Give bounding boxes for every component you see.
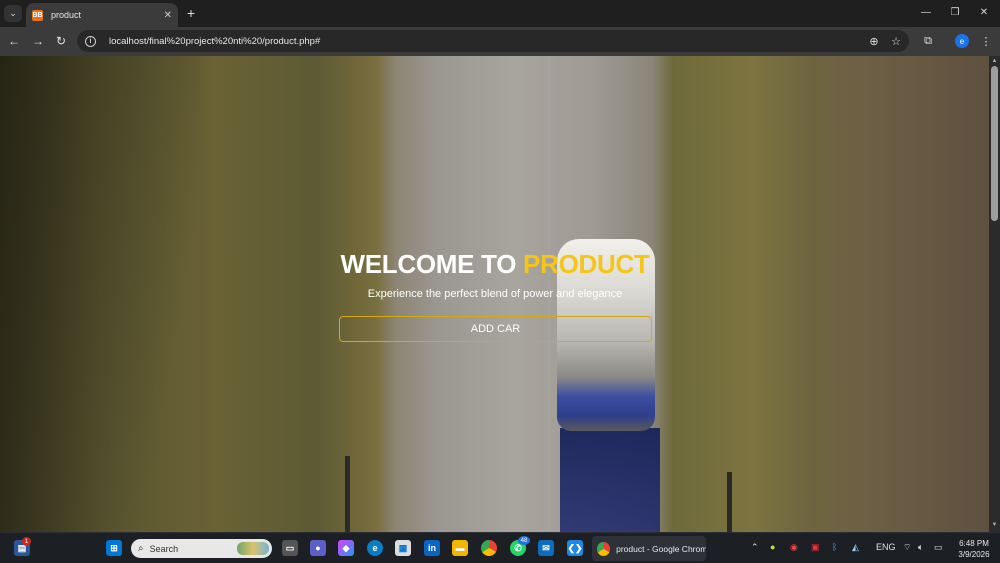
- active-chrome-icon: [597, 541, 611, 556]
- search-highlight-image: [237, 542, 269, 555]
- start-icon[interactable]: ⊞: [106, 540, 122, 556]
- minimize-button[interactable]: —: [915, 4, 937, 20]
- linkedin-icon[interactable]: in: [424, 540, 440, 556]
- tray-display-icon[interactable]: ◭: [852, 542, 859, 553]
- whatsapp-badge: 48: [518, 536, 530, 545]
- active-app-label: product - Google Chrome: [616, 543, 706, 554]
- tray-app-icon[interactable]: ●: [770, 542, 775, 552]
- new-tab-button[interactable]: +: [183, 5, 199, 21]
- profile-avatar[interactable]: e: [955, 34, 969, 48]
- add-car-button[interactable]: ADD CAR: [339, 316, 652, 342]
- url-text[interactable]: localhost/final%20project%20nti%20/produ…: [109, 36, 865, 47]
- back-button[interactable]: ←: [7, 34, 21, 48]
- search-icon: ⌕: [138, 543, 144, 554]
- edge-icon[interactable]: e: [367, 540, 383, 556]
- browser-toolbar: ← → ↻ i localhost/final%20project%20nti%…: [0, 27, 1000, 56]
- scroll-thumb[interactable]: [991, 66, 998, 221]
- tab-search-button[interactable]: ⌄: [4, 5, 22, 22]
- hero-subtitle: Experience the perfect blend of power an…: [367, 288, 623, 300]
- outlook-icon[interactable]: ✉: [538, 540, 554, 556]
- tree-shadow: [0, 56, 200, 532]
- widgets-badge: 1: [22, 537, 31, 546]
- bookmark-star-icon[interactable]: ☆: [887, 35, 905, 48]
- teams-icon[interactable]: ●: [310, 540, 326, 556]
- taskbar-search[interactable]: ⌕ Search: [131, 539, 272, 558]
- chrome-icon[interactable]: [481, 540, 497, 556]
- taskbar-chrome-window[interactable]: product - Google Chrome: [592, 536, 706, 561]
- copilot-icon[interactable]: ◆: [338, 540, 354, 556]
- tray-overflow-icon[interactable]: ⌃: [751, 542, 759, 553]
- browser-tab[interactable]: BB product ✕: [26, 3, 178, 27]
- wifi-icon[interactable]: ⌔: [903, 542, 911, 553]
- bluetooth-icon[interactable]: ᛒ: [832, 542, 837, 552]
- tab-title: product: [51, 10, 82, 20]
- tray-office-icon[interactable]: ▣: [811, 542, 820, 553]
- task-view-icon[interactable]: ▭: [282, 540, 298, 556]
- extensions-icon[interactable]: ⧉: [921, 34, 935, 48]
- volume-icon[interactable]: 🔈︎: [918, 542, 923, 553]
- site-info-icon[interactable]: i: [85, 35, 96, 47]
- road-post-right: [727, 472, 732, 532]
- hero-title-accent: PRODUCT: [523, 249, 650, 279]
- hero-title: WELCOME TO PRODUCT: [300, 249, 690, 280]
- hero-video-background: WELCOME TO PRODUCT Experience the perfec…: [0, 56, 989, 532]
- page-scrollbar[interactable]: ▲ ▼: [989, 56, 1000, 532]
- language-indicator[interactable]: ENG: [876, 542, 896, 552]
- menu-icon[interactable]: ⋮: [979, 34, 993, 48]
- search-label: Search: [149, 543, 179, 554]
- store-icon[interactable]: ▦: [395, 540, 411, 556]
- favicon-icon: BB: [32, 9, 43, 21]
- close-tab-icon[interactable]: ✕: [164, 10, 172, 21]
- zoom-icon[interactable]: ⊕: [865, 35, 883, 48]
- clock-time: 6:48 PM: [959, 539, 989, 548]
- vscode-icon[interactable]: ❮❯: [567, 540, 583, 556]
- clock-date: 3/9/2026: [958, 550, 990, 559]
- restore-button[interactable]: ❐: [944, 4, 966, 20]
- browser-tab-strip: ⌄ BB product ✕ + — ❐ ✕: [0, 0, 1000, 27]
- address-bar[interactable]: i localhost/final%20project%20nti%20/pro…: [77, 30, 909, 52]
- system-clock[interactable]: 6:48 PM 3/9/2026: [952, 538, 996, 560]
- car-shadow: [560, 428, 660, 532]
- reload-button[interactable]: ↻: [54, 34, 68, 48]
- scroll-down-icon[interactable]: ▼: [991, 522, 998, 528]
- scroll-up-icon[interactable]: ▲: [991, 58, 998, 64]
- hero-title-main: WELCOME TO: [340, 249, 524, 279]
- forward-button[interactable]: →: [31, 34, 45, 48]
- close-window-button[interactable]: ✕: [973, 4, 995, 20]
- tray-security-icon[interactable]: ◉: [790, 542, 798, 553]
- road-post-left: [345, 456, 350, 532]
- battery-icon[interactable]: ▭: [934, 542, 943, 553]
- file-explorer-icon[interactable]: ▬: [452, 540, 468, 556]
- windows-taskbar: ▤ 1 ⊞ ⌕ Search ▭ ● ◆ e ▦ in ▬ ✆ 48 ✉ ❮❯ …: [0, 532, 1000, 563]
